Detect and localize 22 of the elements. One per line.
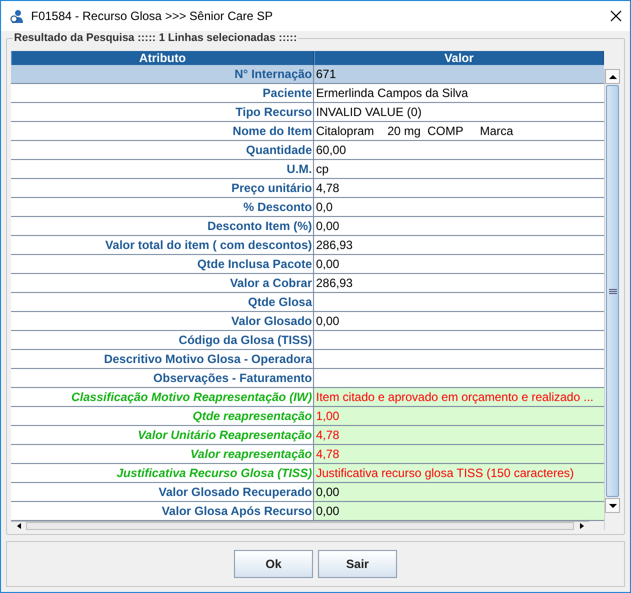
value-cell: 0,00 bbox=[314, 502, 604, 520]
value-cell: Item citado e aprovado em orçamento e realizado ... bbox=[314, 388, 604, 406]
attribute-cell: N° Internação bbox=[11, 65, 314, 83]
app-icon bbox=[9, 8, 25, 24]
right-arrow-icon[interactable] bbox=[578, 523, 586, 529]
group-title: Resultado da Pesquisa ::::: 1 Linhas selecionadas ::::: bbox=[13, 32, 298, 44]
close-icon[interactable] bbox=[610, 10, 622, 22]
ok-button[interactable]: Ok bbox=[234, 550, 313, 578]
value-cell: 4,78 bbox=[314, 445, 604, 463]
up-arrow-icon[interactable] bbox=[608, 74, 616, 80]
grip-icon[interactable] bbox=[608, 288, 616, 294]
exit-button[interactable]: Sair bbox=[318, 550, 397, 578]
column-header[interactable]: Valor bbox=[314, 51, 604, 65]
window-title: F01584 - Recurso Glosa >>> Sênior Care SP bbox=[31, 9, 274, 23]
value-cell: 0,00 bbox=[314, 483, 604, 501]
left-arrow-icon[interactable] bbox=[14, 523, 22, 529]
value-cell: 671 bbox=[314, 65, 604, 83]
column-header[interactable]: Atributo bbox=[11, 51, 314, 65]
value-cell: Justificativa recurso glosa TISS (150 caracteres) bbox=[314, 464, 604, 482]
value-cell: 1,00 bbox=[314, 407, 604, 425]
down-arrow-icon[interactable] bbox=[608, 502, 616, 508]
value-cell: 4,78 bbox=[314, 426, 604, 444]
